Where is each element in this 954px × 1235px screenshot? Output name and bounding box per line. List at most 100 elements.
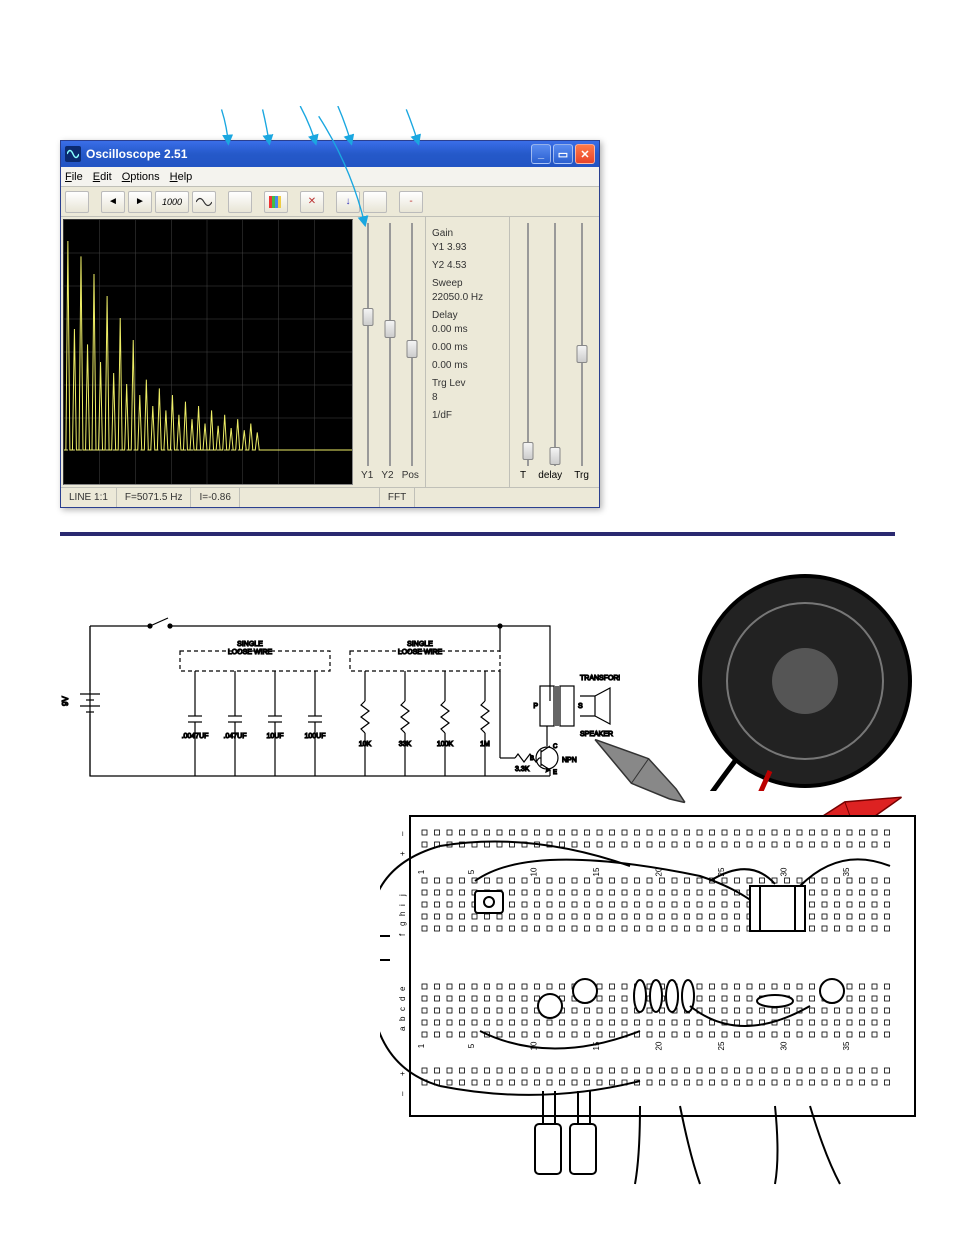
svg-text:5: 5 <box>467 1043 476 1048</box>
svg-text:d: d <box>398 997 407 1001</box>
tb-btn-dash[interactable]: - <box>399 191 423 213</box>
svg-text:P: P <box>533 703 538 710</box>
svg-text:b: b <box>398 1016 407 1021</box>
menu-edit[interactable]: Edit <box>93 171 112 183</box>
section-divider <box>60 532 895 536</box>
svg-text:100UF: 100UF <box>304 733 325 740</box>
svg-text:E: E <box>553 770 557 776</box>
svg-text:10K: 10K <box>359 741 372 748</box>
readings-panel: Gain Y1 3.93 Y2 4.53 Sweep 22050.0 Hz De… <box>425 217 510 487</box>
slider-label-pos: Pos <box>402 470 419 481</box>
svg-text:.047UF: .047UF <box>224 733 247 740</box>
svg-text:35: 35 <box>842 867 851 876</box>
svg-text:33K: 33K <box>399 741 412 748</box>
statusbar: LINE 1:1 F=5071.5 Hz I=-0.86 FFT <box>61 487 599 507</box>
svg-text:10: 10 <box>530 1041 539 1050</box>
svg-text:e: e <box>398 986 407 991</box>
trg-label: Trg Lev <box>432 377 503 391</box>
tb-cross-icon[interactable]: ✕ <box>300 191 324 213</box>
slider-label-delay: delay <box>538 470 562 481</box>
svg-text:i: i <box>398 904 407 906</box>
svg-text:–: – <box>398 1091 407 1096</box>
scope-display[interactable] <box>63 219 353 485</box>
svg-text:NPN: NPN <box>562 757 577 764</box>
delay-2: 0.00 ms <box>432 341 503 355</box>
titlebar: Oscilloscope 2.51 _ ▭ ✕ <box>61 141 599 167</box>
svg-text:h: h <box>398 912 407 916</box>
svg-text:.0047UF: .0047UF <box>182 733 209 740</box>
svg-text:SINGLE: SINGLE <box>407 641 433 648</box>
tb-down-icon[interactable]: ↓ <box>336 191 360 213</box>
slider-trg[interactable] <box>573 223 591 466</box>
tb-sine-icon[interactable] <box>192 191 216 213</box>
svg-text:c: c <box>398 1007 407 1011</box>
menu-options[interactable]: Options <box>122 171 160 183</box>
slider-t[interactable] <box>519 223 537 466</box>
speaker-icon <box>695 571 915 791</box>
maximize-button[interactable]: ▭ <box>553 144 573 164</box>
svg-text:TRANSFORMER: TRANSFORMER <box>580 675 620 682</box>
toolbar: ◄ ► 1000 ✕ ↓ - <box>61 187 599 217</box>
status-freq: F=5071.5 Hz <box>117 488 192 507</box>
gain-y2: 4.53 <box>447 260 466 271</box>
menu-file[interactable]: File <box>65 171 83 183</box>
status-i: I=-0.86 <box>191 488 239 507</box>
tb-btn-arrow-right[interactable]: ► <box>128 191 152 213</box>
oscilloscope-window: Oscilloscope 2.51 _ ▭ ✕ File Edit Option… <box>60 140 600 508</box>
breadboard-illustration: – + j i h g f e d c b a + – 115510101515… <box>380 806 925 1186</box>
svg-text:S: S <box>578 703 583 710</box>
inv-df: 1/dF <box>432 409 503 423</box>
gain-label: Gain <box>432 227 503 241</box>
svg-text:9V: 9V <box>61 696 70 706</box>
tb-btn-1[interactable] <box>65 191 89 213</box>
svg-text:SPEAKER: SPEAKER <box>580 731 613 738</box>
tb-palette-icon[interactable] <box>264 191 288 213</box>
svg-text:100K: 100K <box>437 741 454 748</box>
svg-text:10UF: 10UF <box>266 733 283 740</box>
svg-text:+: + <box>398 851 407 856</box>
svg-text:30: 30 <box>780 1041 789 1050</box>
tb-btn-arrow-left[interactable]: ◄ <box>101 191 125 213</box>
scope-icon <box>65 146 81 162</box>
menu-help[interactable]: Help <box>170 171 193 183</box>
menubar: File Edit Options Help <box>61 167 599 187</box>
svg-text:1M: 1M <box>480 741 490 748</box>
minimize-button[interactable]: _ <box>531 144 551 164</box>
slider-pos[interactable] <box>403 223 421 466</box>
tb-btn-blank-b[interactable] <box>363 191 387 213</box>
svg-text:f: f <box>398 933 407 936</box>
svg-text:25: 25 <box>717 1041 726 1050</box>
svg-text:j: j <box>398 894 407 897</box>
svg-text:a: a <box>398 1026 407 1031</box>
svg-text:35: 35 <box>842 1041 851 1050</box>
tb-btn-1000[interactable]: 1000 <box>155 191 189 213</box>
schematic-diagram: 9V SINGLE LOOSE WIRE SINGLE LOOSE WIRE .… <box>60 596 620 826</box>
svg-text:LOOSE WIRE: LOOSE WIRE <box>228 649 273 656</box>
circuit-illustration: 9V SINGLE LOOSE WIRE SINGLE LOOSE WIRE .… <box>60 556 895 1226</box>
svg-text:C: C <box>553 744 558 750</box>
gain-y1: 3.93 <box>447 242 466 253</box>
status-line: LINE 1:1 <box>61 488 117 507</box>
gain-sliders: Y1 Y2 Pos <box>355 217 425 487</box>
svg-text:1: 1 <box>417 869 426 874</box>
slider-y2[interactable] <box>381 223 399 466</box>
tb-btn-blank-a[interactable] <box>228 191 252 213</box>
sweep-label: Sweep <box>432 277 503 291</box>
slider-label-t: T <box>520 470 526 481</box>
slider-delay[interactable] <box>546 223 564 466</box>
time-sliders: T delay Trg <box>510 217 599 487</box>
svg-text:20: 20 <box>655 1041 664 1050</box>
trg-value: 8 <box>432 391 503 405</box>
close-button[interactable]: ✕ <box>575 144 595 164</box>
slider-label-y1: Y1 <box>361 470 373 481</box>
svg-text:10: 10 <box>530 867 539 876</box>
svg-text:LOOSE WIRE: LOOSE WIRE <box>398 649 443 656</box>
status-mode: FFT <box>380 488 415 507</box>
slider-y1[interactable] <box>359 223 377 466</box>
delay-label: Delay <box>432 309 503 323</box>
window-title: Oscilloscope 2.51 <box>86 147 526 161</box>
svg-text:g: g <box>398 922 407 926</box>
svg-text:–: – <box>398 831 407 836</box>
slider-label-y2: Y2 <box>381 470 393 481</box>
svg-text:5: 5 <box>467 869 476 874</box>
